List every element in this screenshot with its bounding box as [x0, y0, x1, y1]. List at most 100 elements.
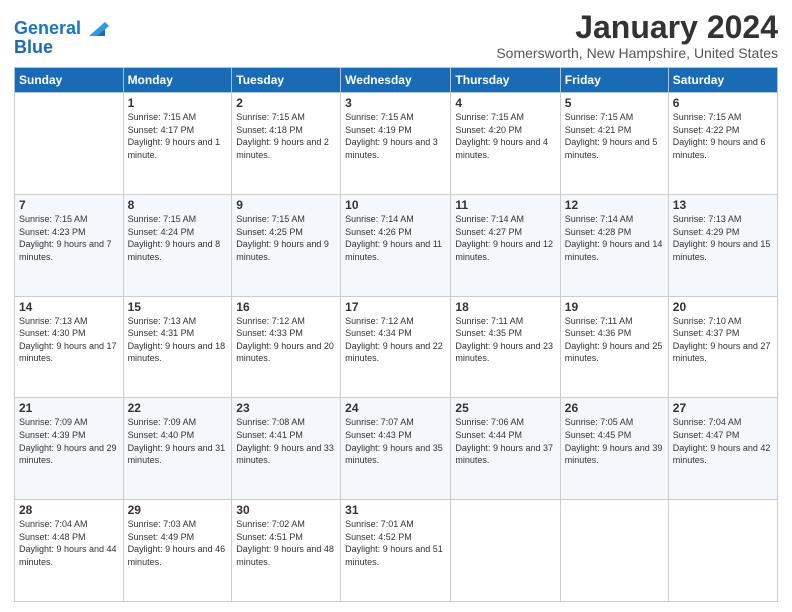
day-info: Sunrise: 7:15 AM Sunset: 4:25 PM Dayligh… — [236, 213, 336, 263]
day-info: Sunrise: 7:12 AM Sunset: 4:34 PM Dayligh… — [345, 315, 446, 365]
sunset-text: Sunset: 4:43 PM — [345, 429, 446, 442]
table-cell: 17 Sunrise: 7:12 AM Sunset: 4:34 PM Dayl… — [341, 296, 451, 398]
daylight-text: Daylight: 9 hours and 1 minute. — [128, 136, 228, 161]
daylight-text: Daylight: 9 hours and 31 minutes. — [128, 442, 228, 467]
day-number: 6 — [673, 96, 773, 110]
day-info: Sunrise: 7:05 AM Sunset: 4:45 PM Dayligh… — [565, 416, 664, 466]
day-info: Sunrise: 7:15 AM Sunset: 4:17 PM Dayligh… — [128, 111, 228, 161]
sunset-text: Sunset: 4:29 PM — [673, 226, 773, 239]
sunset-text: Sunset: 4:23 PM — [19, 226, 119, 239]
sunset-text: Sunset: 4:36 PM — [565, 327, 664, 340]
table-cell: 16 Sunrise: 7:12 AM Sunset: 4:33 PM Dayl… — [232, 296, 341, 398]
day-info: Sunrise: 7:15 AM Sunset: 4:23 PM Dayligh… — [19, 213, 119, 263]
day-info: Sunrise: 7:15 AM Sunset: 4:22 PM Dayligh… — [673, 111, 773, 161]
header-monday: Monday — [123, 68, 232, 93]
sunset-text: Sunset: 4:24 PM — [128, 226, 228, 239]
sunset-text: Sunset: 4:41 PM — [236, 429, 336, 442]
day-number: 3 — [345, 96, 446, 110]
day-info: Sunrise: 7:11 AM Sunset: 4:35 PM Dayligh… — [455, 315, 555, 365]
day-number: 17 — [345, 300, 446, 314]
day-info: Sunrise: 7:15 AM Sunset: 4:20 PM Dayligh… — [455, 111, 555, 161]
daylight-text: Daylight: 9 hours and 42 minutes. — [673, 442, 773, 467]
day-number: 8 — [128, 198, 228, 212]
sunrise-text: Sunrise: 7:15 AM — [673, 111, 773, 124]
sunrise-text: Sunrise: 7:15 AM — [128, 213, 228, 226]
table-cell: 21 Sunrise: 7:09 AM Sunset: 4:39 PM Dayl… — [15, 398, 124, 500]
sunset-text: Sunset: 4:19 PM — [345, 124, 446, 137]
day-number: 2 — [236, 96, 336, 110]
day-number: 9 — [236, 198, 336, 212]
day-info: Sunrise: 7:13 AM Sunset: 4:31 PM Dayligh… — [128, 315, 228, 365]
sunrise-text: Sunrise: 7:01 AM — [345, 518, 446, 531]
sunset-text: Sunset: 4:34 PM — [345, 327, 446, 340]
table-cell: 27 Sunrise: 7:04 AM Sunset: 4:47 PM Dayl… — [668, 398, 777, 500]
table-cell: 4 Sunrise: 7:15 AM Sunset: 4:20 PM Dayli… — [451, 93, 560, 195]
day-info: Sunrise: 7:08 AM Sunset: 4:41 PM Dayligh… — [236, 416, 336, 466]
daylight-text: Daylight: 9 hours and 14 minutes. — [565, 238, 664, 263]
sunrise-text: Sunrise: 7:14 AM — [345, 213, 446, 226]
daylight-text: Daylight: 9 hours and 39 minutes. — [565, 442, 664, 467]
sunrise-text: Sunrise: 7:13 AM — [19, 315, 119, 328]
sunrise-text: Sunrise: 7:11 AM — [565, 315, 664, 328]
table-cell: 28 Sunrise: 7:04 AM Sunset: 4:48 PM Dayl… — [15, 500, 124, 602]
day-number: 22 — [128, 401, 228, 415]
daylight-text: Daylight: 9 hours and 29 minutes. — [19, 442, 119, 467]
sunrise-text: Sunrise: 7:15 AM — [455, 111, 555, 124]
day-info: Sunrise: 7:15 AM Sunset: 4:19 PM Dayligh… — [345, 111, 446, 161]
sunrise-text: Sunrise: 7:15 AM — [19, 213, 119, 226]
calendar-table: Sunday Monday Tuesday Wednesday Thursday… — [14, 67, 778, 602]
sunset-text: Sunset: 4:31 PM — [128, 327, 228, 340]
sunrise-text: Sunrise: 7:13 AM — [673, 213, 773, 226]
sunset-text: Sunset: 4:47 PM — [673, 429, 773, 442]
day-info: Sunrise: 7:07 AM Sunset: 4:43 PM Dayligh… — [345, 416, 446, 466]
day-number: 28 — [19, 503, 119, 517]
day-info: Sunrise: 7:03 AM Sunset: 4:49 PM Dayligh… — [128, 518, 228, 568]
table-cell: 26 Sunrise: 7:05 AM Sunset: 4:45 PM Dayl… — [560, 398, 668, 500]
day-number: 12 — [565, 198, 664, 212]
table-cell: 12 Sunrise: 7:14 AM Sunset: 4:28 PM Dayl… — [560, 194, 668, 296]
header-saturday: Saturday — [668, 68, 777, 93]
day-info: Sunrise: 7:10 AM Sunset: 4:37 PM Dayligh… — [673, 315, 773, 365]
daylight-text: Daylight: 9 hours and 51 minutes. — [345, 543, 446, 568]
sunrise-text: Sunrise: 7:07 AM — [345, 416, 446, 429]
day-number: 18 — [455, 300, 555, 314]
table-cell — [15, 93, 124, 195]
sunrise-text: Sunrise: 7:08 AM — [236, 416, 336, 429]
table-cell: 31 Sunrise: 7:01 AM Sunset: 4:52 PM Dayl… — [341, 500, 451, 602]
sunset-text: Sunset: 4:52 PM — [345, 531, 446, 544]
week-row-2: 7 Sunrise: 7:15 AM Sunset: 4:23 PM Dayli… — [15, 194, 778, 296]
daylight-text: Daylight: 9 hours and 2 minutes. — [236, 136, 336, 161]
daylight-text: Daylight: 9 hours and 23 minutes. — [455, 340, 555, 365]
logo-text-general: General — [14, 19, 81, 37]
table-cell: 1 Sunrise: 7:15 AM Sunset: 4:17 PM Dayli… — [123, 93, 232, 195]
sunset-text: Sunset: 4:30 PM — [19, 327, 119, 340]
daylight-text: Daylight: 9 hours and 9 minutes. — [236, 238, 336, 263]
header: General Blue January 2024 Somersworth, N… — [14, 10, 778, 61]
sunset-text: Sunset: 4:49 PM — [128, 531, 228, 544]
day-number: 15 — [128, 300, 228, 314]
day-info: Sunrise: 7:14 AM Sunset: 4:26 PM Dayligh… — [345, 213, 446, 263]
day-info: Sunrise: 7:06 AM Sunset: 4:44 PM Dayligh… — [455, 416, 555, 466]
sunset-text: Sunset: 4:33 PM — [236, 327, 336, 340]
table-cell: 24 Sunrise: 7:07 AM Sunset: 4:43 PM Dayl… — [341, 398, 451, 500]
logo-icon — [83, 14, 111, 42]
sunrise-text: Sunrise: 7:11 AM — [455, 315, 555, 328]
day-info: Sunrise: 7:15 AM Sunset: 4:21 PM Dayligh… — [565, 111, 664, 161]
table-cell: 11 Sunrise: 7:14 AM Sunset: 4:27 PM Dayl… — [451, 194, 560, 296]
sunset-text: Sunset: 4:48 PM — [19, 531, 119, 544]
sunrise-text: Sunrise: 7:15 AM — [565, 111, 664, 124]
sunset-text: Sunset: 4:25 PM — [236, 226, 336, 239]
daylight-text: Daylight: 9 hours and 44 minutes. — [19, 543, 119, 568]
day-number: 16 — [236, 300, 336, 314]
table-cell: 15 Sunrise: 7:13 AM Sunset: 4:31 PM Dayl… — [123, 296, 232, 398]
sunset-text: Sunset: 4:21 PM — [565, 124, 664, 137]
header-tuesday: Tuesday — [232, 68, 341, 93]
table-cell: 7 Sunrise: 7:15 AM Sunset: 4:23 PM Dayli… — [15, 194, 124, 296]
day-number: 7 — [19, 198, 119, 212]
day-number: 4 — [455, 96, 555, 110]
header-friday: Friday — [560, 68, 668, 93]
table-cell: 18 Sunrise: 7:11 AM Sunset: 4:35 PM Dayl… — [451, 296, 560, 398]
day-info: Sunrise: 7:13 AM Sunset: 4:30 PM Dayligh… — [19, 315, 119, 365]
sunset-text: Sunset: 4:35 PM — [455, 327, 555, 340]
sunrise-text: Sunrise: 7:12 AM — [345, 315, 446, 328]
